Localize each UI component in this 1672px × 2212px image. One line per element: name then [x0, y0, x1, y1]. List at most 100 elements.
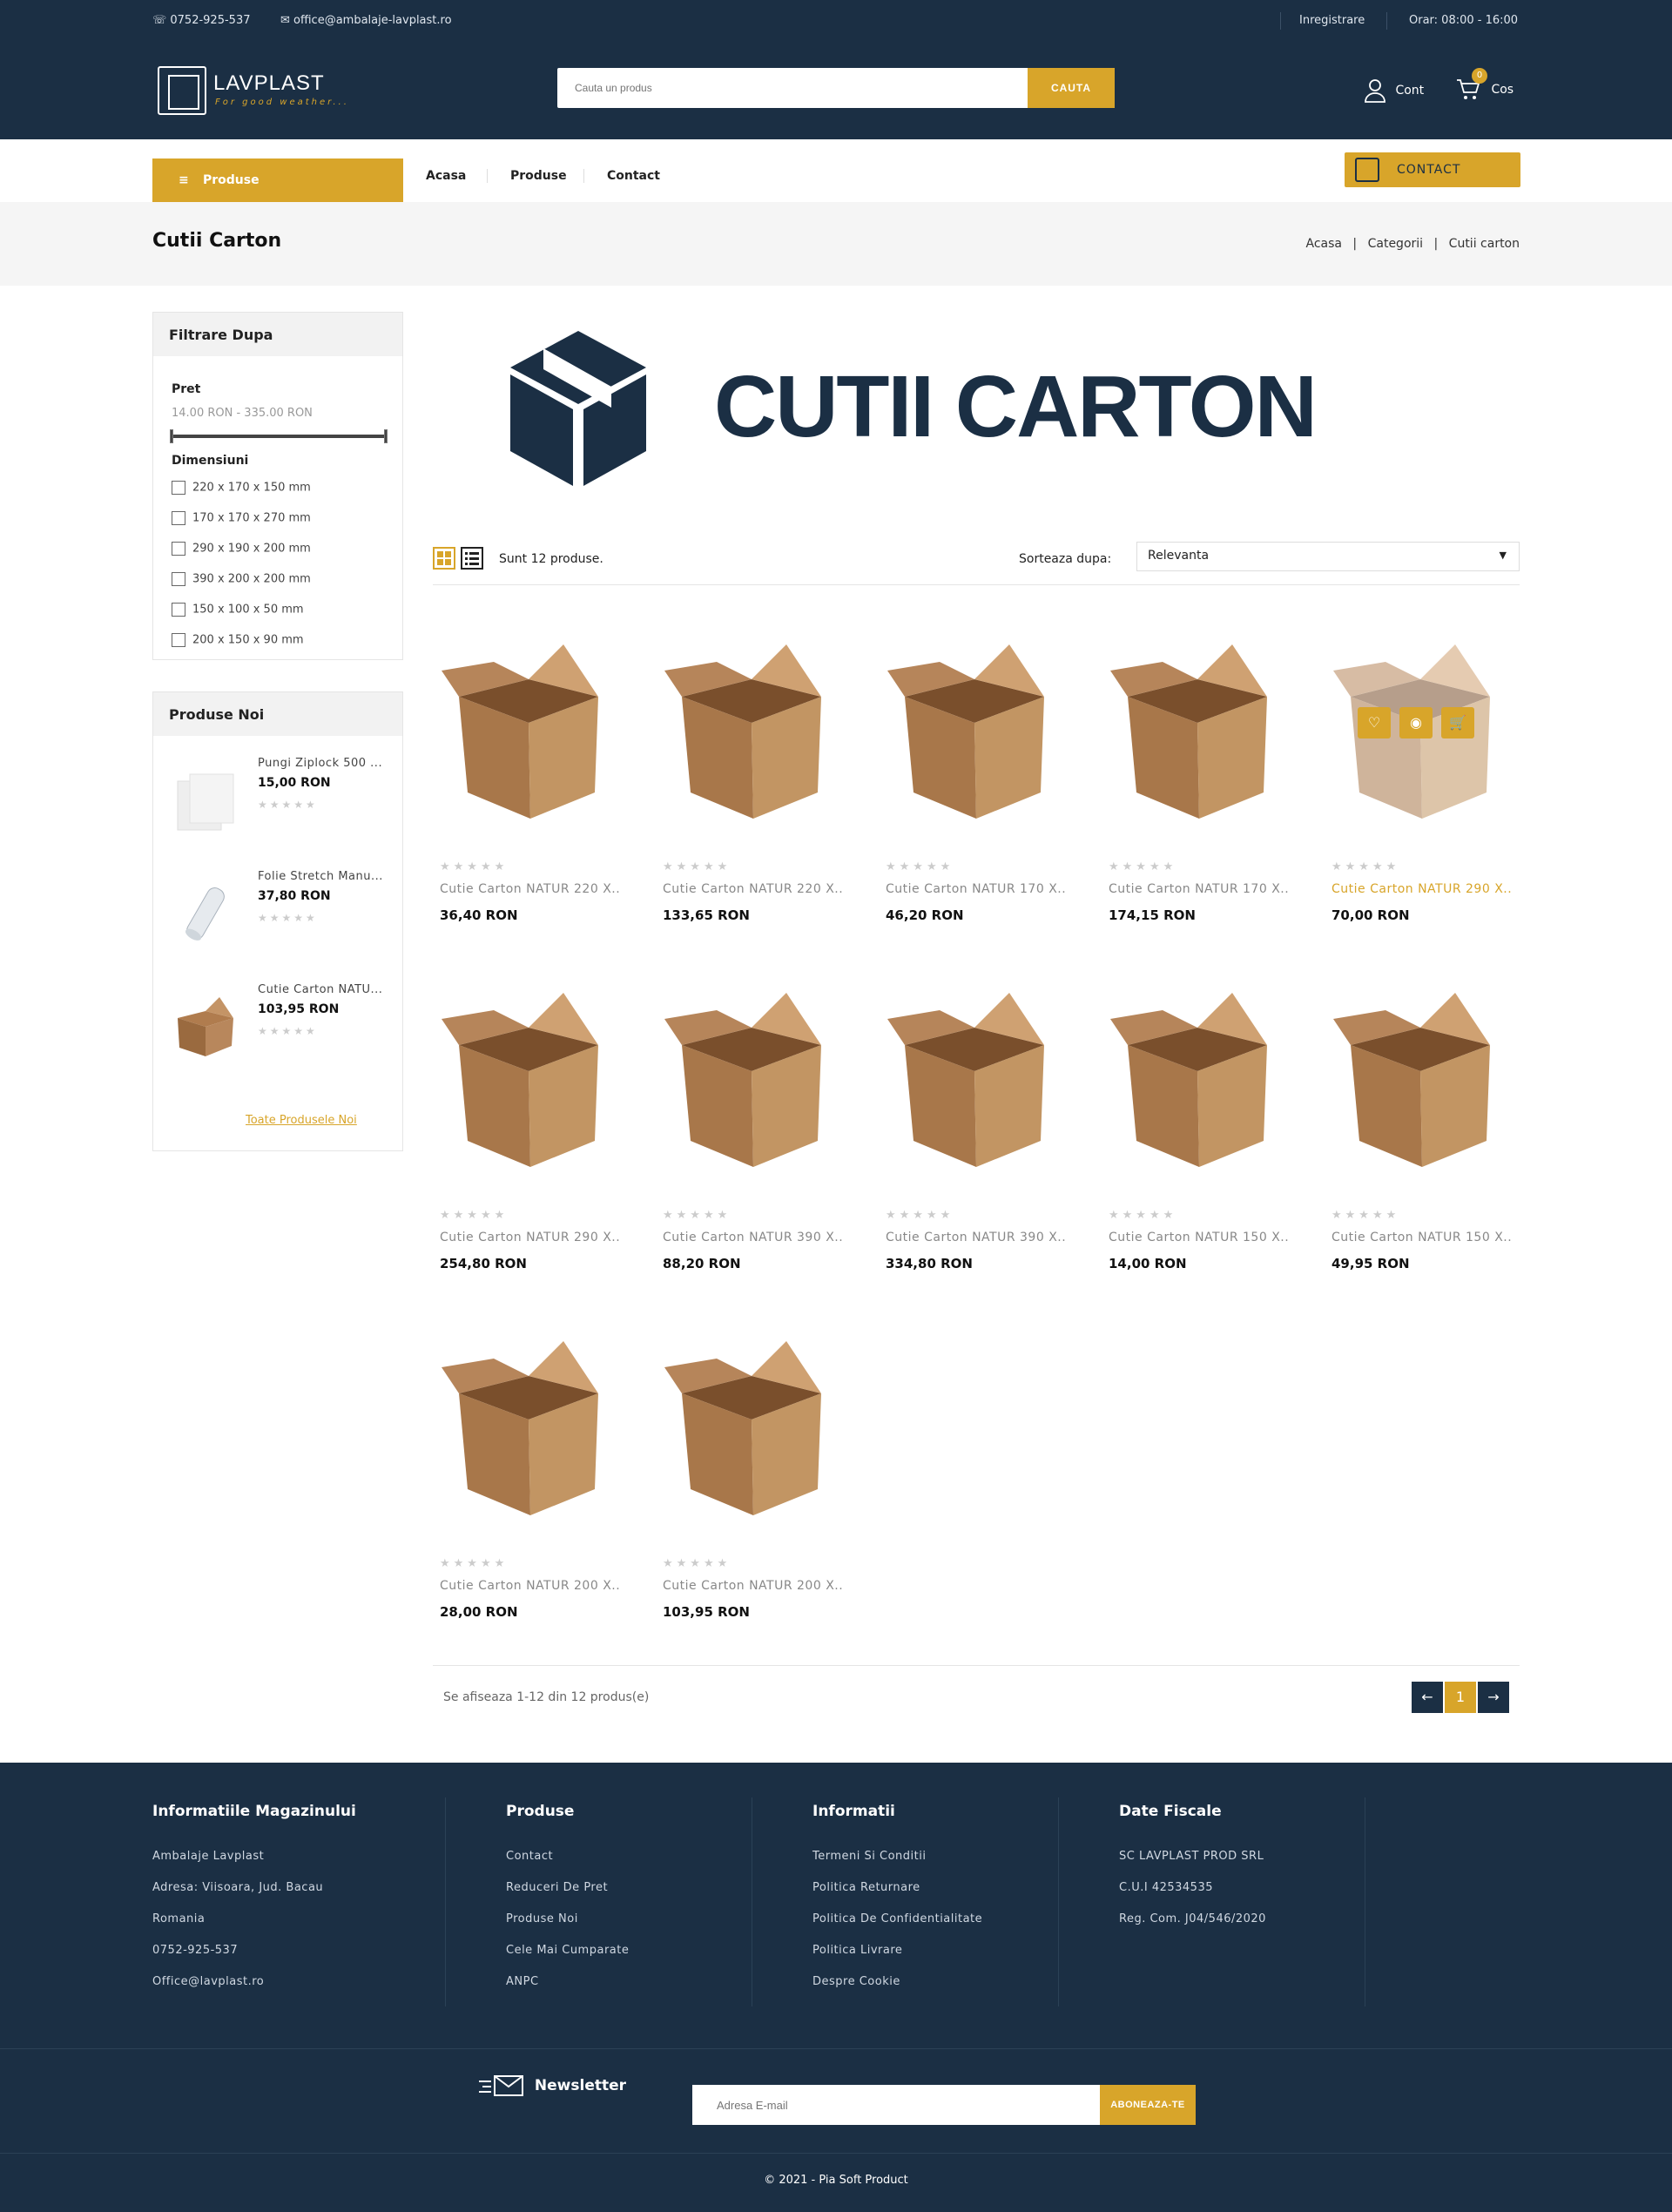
footer-link[interactable]: Reduceri De Pret: [506, 1881, 629, 1894]
footer-link[interactable]: ANPC: [506, 1975, 629, 1988]
subscribe-button[interactable]: ABONEAZA-TE: [1100, 2085, 1196, 2125]
new-product-item[interactable]: Folie Stretch Manu... 37,80 RON ★★★★★: [171, 870, 388, 966]
phone-contact[interactable]: ☏ 0752-925-537: [152, 14, 250, 27]
sort-label: Sorteaza dupa:: [1019, 552, 1112, 566]
footer-link[interactable]: Contact: [506, 1850, 629, 1863]
checkbox[interactable]: [172, 511, 185, 525]
nav-link-produse[interactable]: Produse: [510, 169, 567, 183]
product-name[interactable]: Cutie Carton NATUR 220 X...: [440, 882, 619, 896]
product-card[interactable]: ★★★★★ Cutie Carton NATUR 220 X... 36,40 RO…: [433, 627, 626, 941]
footer-text[interactable]: Office@lavplast.ro: [152, 1975, 356, 1988]
footer-link[interactable]: Produse Noi: [506, 1912, 629, 1925]
price-slider-max-handle[interactable]: [384, 429, 388, 443]
page-number[interactable]: 1: [1445, 1682, 1476, 1713]
checkbox[interactable]: [172, 603, 185, 617]
checkbox[interactable]: [172, 572, 185, 586]
product-card[interactable]: ★★★★★ Cutie Carton NATUR 170 X... 174,15 R…: [1102, 627, 1295, 941]
contact-button[interactable]: CONTACT: [1345, 152, 1520, 187]
checkbox[interactable]: [172, 542, 185, 556]
product-name[interactable]: Cutie Carton NATUR 290 X...: [440, 1231, 619, 1244]
product-name[interactable]: Cutie Carton NATUR 390 X...: [886, 1231, 1065, 1244]
product-image[interactable]: [433, 627, 626, 836]
product-name[interactable]: Cutie Carton NATUR 150 X...: [1109, 1231, 1288, 1244]
product-card[interactable]: ★★★★★ Cutie Carton NATUR 290 X... 254,80 R…: [433, 975, 626, 1289]
nav-link-contact[interactable]: Contact: [607, 169, 660, 183]
footer-link[interactable]: Despre Cookie: [812, 1975, 982, 1988]
category-menu-button[interactable]: ≡ Produse: [152, 158, 403, 202]
nav-link-acasa[interactable]: Acasa: [426, 169, 466, 183]
prev-page-button[interactable]: ←: [1412, 1682, 1443, 1713]
product-card[interactable]: ★★★★★ Cutie Carton NATUR 390 X... 334,80 R…: [879, 975, 1072, 1289]
product-image[interactable]: [656, 1324, 849, 1533]
footer-link[interactable]: Politica De Confidentialitate: [812, 1912, 982, 1925]
checkbox[interactable]: [172, 481, 185, 495]
product-image[interactable]: [656, 975, 849, 1184]
price-slider-min-handle[interactable]: [170, 429, 173, 443]
product-name[interactable]: Cutie Carton NATUR 390 X...: [663, 1231, 842, 1244]
newsletter-email-input[interactable]: [692, 2085, 1102, 2125]
rating-stars: ★★★★★: [663, 860, 732, 873]
dimension-checkbox[interactable]: 150 x 100 x 50 mm: [172, 603, 304, 617]
price-slider[interactable]: [170, 429, 388, 443]
account-link[interactable]: Cont: [1364, 78, 1424, 103]
wishlist-button[interactable]: ♡: [1358, 707, 1391, 738]
dimension-checkbox[interactable]: 290 x 190 x 200 mm: [172, 542, 311, 556]
product-image[interactable]: [1102, 627, 1295, 836]
product-image[interactable]: [171, 765, 240, 835]
product-image[interactable]: [879, 627, 1072, 836]
search-input[interactable]: [557, 68, 1028, 108]
dimension-checkbox[interactable]: 200 x 150 x 90 mm: [172, 633, 304, 647]
product-image[interactable]: [433, 1324, 626, 1533]
product-name[interactable]: Cutie Carton NATUR 290 X...: [1332, 882, 1511, 896]
product-name[interactable]: Pungi Ziplock 500 ...: [258, 757, 388, 770]
sort-select[interactable]: Relevanta ▼: [1136, 542, 1520, 571]
new-product-item[interactable]: Pungi Ziplock 500 ... 15,00 RON ★★★★★: [171, 757, 388, 853]
footer-link[interactable]: Politica Returnare: [812, 1881, 982, 1894]
product-name[interactable]: Cutie Carton NATUR 150 X...: [1332, 1231, 1511, 1244]
register-link[interactable]: Inregistrare: [1299, 14, 1365, 27]
dimension-checkbox[interactable]: 220 x 170 x 150 mm: [172, 481, 311, 495]
product-name[interactable]: Cutie Carton NATUR 170 X...: [886, 882, 1065, 896]
dimension-checkbox[interactable]: 390 x 200 x 200 mm: [172, 572, 311, 586]
product-name[interactable]: Cutie Carton NATUR 200 X...: [663, 1579, 842, 1593]
product-image[interactable]: [171, 992, 240, 1062]
list-view-button[interactable]: [461, 547, 483, 570]
product-card[interactable]: ★★★★★ Cutie Carton NATUR 290 X... 70,00 RO…: [1325, 627, 1518, 941]
email-contact[interactable]: ✉ office@ambalaje-lavplast.ro: [280, 14, 452, 27]
product-card[interactable]: ★★★★★ Cutie Carton NATUR 200 X... 103,95 R…: [656, 1324, 849, 1637]
product-card[interactable]: ★★★★★ Cutie Carton NATUR 150 X... 49,95 RO…: [1325, 975, 1518, 1289]
product-name[interactable]: Cutie Carton NATUR 220 X...: [663, 882, 842, 896]
footer-text[interactable]: 0752-925-537: [152, 1944, 356, 1957]
breadcrumb-item[interactable]: Categorii: [1368, 237, 1423, 251]
breadcrumb-item[interactable]: Acasa: [1305, 237, 1341, 251]
search-button[interactable]: CAUTA: [1028, 68, 1115, 108]
product-image[interactable]: [1325, 975, 1518, 1184]
footer-link[interactable]: Cele Mai Cumparate: [506, 1944, 629, 1957]
product-name[interactable]: Folie Stretch Manu...: [258, 870, 388, 883]
product-image[interactable]: [433, 975, 626, 1184]
checkbox[interactable]: [172, 633, 185, 647]
product-card[interactable]: ★★★★★ Cutie Carton NATUR 150 X... 14,00 RO…: [1102, 975, 1295, 1289]
product-card[interactable]: ★★★★★ Cutie Carton NATUR 220 X... 133,65 R…: [656, 627, 849, 941]
product-image[interactable]: [1102, 975, 1295, 1184]
product-name[interactable]: Cutie Carton NATUR 200 X...: [440, 1579, 619, 1593]
product-name[interactable]: Cutie Carton NATU...: [258, 983, 388, 996]
new-product-item[interactable]: Cutie Carton NATU... 103,95 RON ★★★★★: [171, 983, 388, 1079]
quick-view-button[interactable]: ◉: [1399, 707, 1433, 738]
product-card[interactable]: ★★★★★ Cutie Carton NATUR 200 X... 28,00 RO…: [433, 1324, 626, 1637]
all-new-products-link[interactable]: Toate Produsele Noi: [246, 1114, 357, 1127]
footer-link[interactable]: Termeni Si Conditii: [812, 1850, 982, 1863]
product-card[interactable]: ★★★★★ Cutie Carton NATUR 390 X... 88,20 RO…: [656, 975, 849, 1289]
grid-view-button[interactable]: [433, 547, 455, 570]
dimension-checkbox[interactable]: 170 x 170 x 270 mm: [172, 511, 311, 525]
product-name[interactable]: Cutie Carton NATUR 170 X...: [1109, 882, 1288, 896]
product-image[interactable]: [171, 879, 240, 948]
logo[interactable]: LAVPLAST For good weather...: [158, 66, 349, 115]
add-to-cart-button[interactable]: 🛒: [1441, 707, 1474, 738]
footer-link[interactable]: Politica Livrare: [812, 1944, 982, 1957]
next-page-button[interactable]: →: [1478, 1682, 1509, 1713]
product-image[interactable]: [879, 975, 1072, 1184]
cart-link[interactable]: 0 Cos: [1456, 68, 1514, 101]
product-image[interactable]: [656, 627, 849, 836]
product-card[interactable]: ★★★★★ Cutie Carton NATUR 170 X... 46,20 RO…: [879, 627, 1072, 941]
